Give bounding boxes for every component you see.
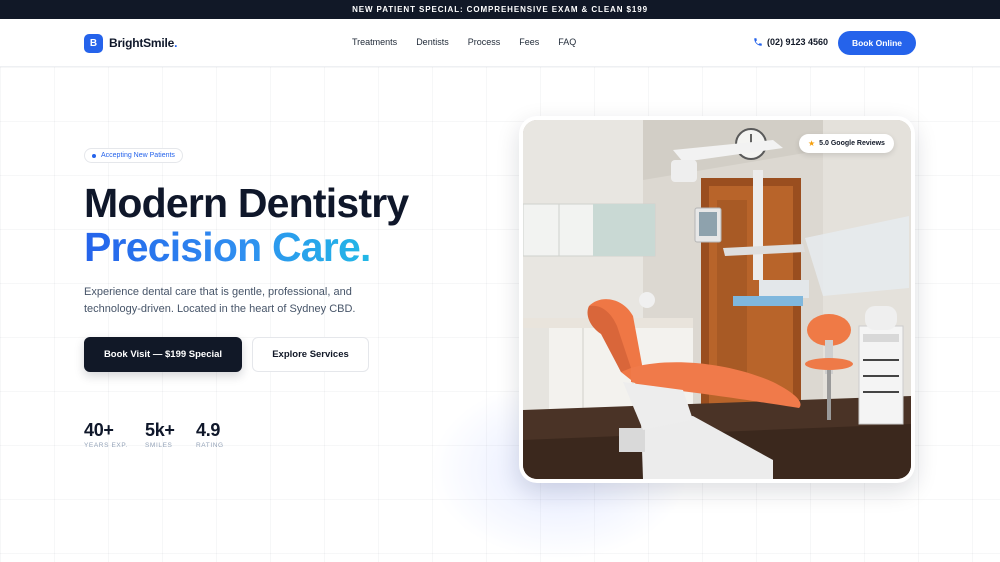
reviews-label: 5.0 Google Reviews	[819, 140, 885, 147]
stat-value: 40+	[84, 420, 114, 440]
dental-room-illustration	[523, 120, 911, 479]
logo-mark: B	[84, 33, 103, 53]
stat-rating: 4.9 RATING	[196, 420, 224, 449]
hero-photo-card	[519, 116, 915, 483]
stat-smiles: 5k+ SMILES	[145, 420, 175, 449]
accepting-patients-badge: Accepting New Patients	[84, 148, 183, 163]
stat-value: 4.9	[196, 420, 221, 440]
stat-label: RATING	[196, 442, 224, 449]
phone-number: (02) 9123 4560	[767, 37, 829, 47]
nav-link-fees[interactable]: Fees	[519, 37, 539, 47]
hero-title-line-2: Precision Care.	[84, 224, 371, 270]
promo-banner: NEW PATIENT SPECIAL: COMPREHENSIVE EXAM …	[0, 0, 1000, 19]
google-reviews-badge: ★ 5.0 Google Reviews	[799, 134, 894, 153]
promo-banner-text: NEW PATIENT SPECIAL: COMPREHENSIVE EXAM …	[352, 5, 648, 14]
status-dot-icon	[92, 153, 96, 158]
explore-services-button[interactable]: Explore Services	[252, 337, 369, 372]
phone-icon	[754, 38, 762, 46]
dental-clinic-photo	[523, 120, 911, 479]
hero-description: Experience dental care that is gentle, p…	[84, 286, 356, 315]
brand-logo[interactable]: B BrightSmile.	[84, 33, 178, 53]
nav-link-faq[interactable]: FAQ	[558, 37, 576, 47]
hero-title-line-1: Modern Dentistry	[84, 180, 409, 226]
book-visit-button[interactable]: Book Visit — $199 Special	[84, 337, 242, 372]
stat-value: 5k+	[145, 420, 175, 440]
main-navigation: B BrightSmile. Treatments Dentists Proce…	[0, 19, 1000, 67]
nav-link-dentists[interactable]: Dentists	[416, 37, 449, 47]
star-icon: ★	[808, 139, 816, 148]
nav-link-treatments[interactable]: Treatments	[352, 37, 397, 47]
badge-label: Accepting New Patients	[101, 152, 175, 159]
nav-links: Treatments Dentists Process Fees FAQ	[352, 37, 576, 47]
book-online-button[interactable]: Book Online	[838, 31, 916, 55]
stat-label: YEARS EXP.	[84, 442, 128, 449]
stat-label: SMILES	[145, 442, 173, 449]
stat-years: 40+ YEARS EXP.	[84, 420, 128, 449]
nav-link-process[interactable]: Process	[468, 37, 501, 47]
brand-name: BrightSmile.	[109, 36, 178, 50]
phone-link[interactable]: (02) 9123 4560	[753, 37, 828, 47]
